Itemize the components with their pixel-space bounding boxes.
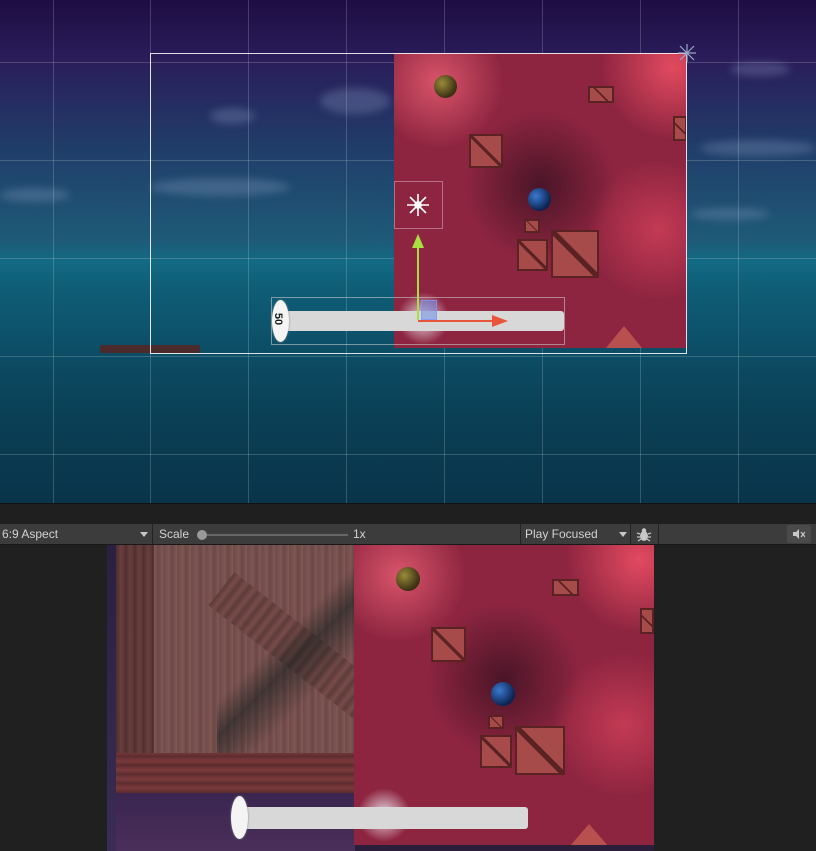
play-mode-dropdown[interactable]: Play Focused: [521, 524, 629, 544]
grid-line: [53, 0, 54, 503]
level-panel[interactable]: [354, 545, 654, 845]
slider-handle[interactable]: [231, 796, 248, 839]
scale-value: 1x: [353, 527, 366, 541]
crate[interactable]: [640, 608, 654, 634]
grid-line: [738, 0, 739, 503]
crate[interactable]: [515, 726, 565, 775]
slider-track[interactable]: [240, 807, 528, 829]
left-edge-strip: [107, 545, 116, 851]
toolbar-divider: [658, 524, 659, 544]
audio-mute-icon: [793, 529, 805, 539]
pyramid[interactable]: [570, 824, 608, 845]
move-gizmo[interactable]: [408, 228, 518, 328]
game-view[interactable]: [0, 545, 816, 851]
aspect-dropdown[interactable]: 6:9 Aspect: [0, 524, 151, 544]
cloud: [690, 208, 770, 220]
crate[interactable]: [431, 627, 466, 662]
play-mode-label: Play Focused: [525, 527, 598, 541]
slider-handle-label: 50: [272, 312, 285, 326]
scale-slider-handle[interactable]: [197, 530, 207, 540]
bug-icon[interactable]: [636, 527, 652, 542]
toolbar-divider: [152, 524, 153, 544]
grid-line: [0, 356, 816, 357]
panel-separator: [0, 503, 816, 524]
dark-shadow: [217, 545, 357, 755]
crate[interactable]: [480, 735, 512, 768]
blue-ball[interactable]: [491, 682, 515, 706]
game-view-toolbar: 6:9 Aspect Scale 1x Play Focused: [0, 524, 816, 545]
scale-label: Scale: [159, 527, 190, 541]
mute-audio-button[interactable]: [787, 525, 811, 543]
cloud: [0, 188, 70, 202]
toolbar-divider: [630, 524, 631, 544]
wind-zone-icon[interactable]: [676, 42, 698, 64]
crate[interactable]: [488, 715, 504, 729]
scene-view[interactable]: 50: [0, 0, 816, 503]
arrow-up-icon: [412, 234, 424, 320]
grid-line: [0, 454, 816, 455]
game-canvas[interactable]: [107, 545, 654, 851]
arrow-right-icon: [418, 315, 508, 327]
green-ball[interactable]: [396, 567, 420, 591]
scale-slider-track[interactable]: [202, 534, 348, 536]
chevron-down-icon: [619, 532, 627, 537]
crate[interactable]: [552, 579, 579, 596]
chevron-down-icon: [140, 532, 148, 537]
wind-zone-icon[interactable]: [405, 192, 431, 218]
aspect-label: 6:9 Aspect: [2, 527, 59, 541]
cloud: [700, 140, 816, 156]
cloud: [730, 62, 790, 76]
wooden-floor-beam: [107, 753, 355, 793]
